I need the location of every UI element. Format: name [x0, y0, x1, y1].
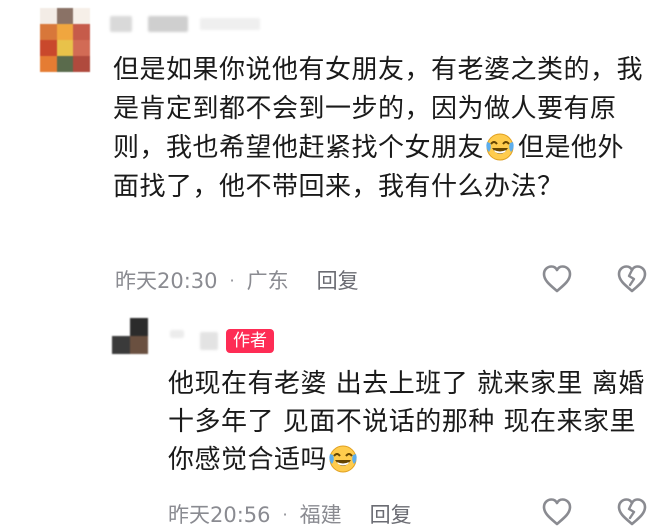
laughing-crying-emoji-icon	[486, 133, 514, 161]
comment-body: 但是如果你说他有女朋友，有老婆之类的，我是肯定到都不会到一步的，因为做人要有原则…	[113, 51, 643, 207]
reply-text: 他现在有老婆 出去上班了 就来家里 离婚十多年了 见面不说话的那种 现在来家里 …	[168, 369, 645, 475]
comment-location: 广东	[246, 269, 289, 293]
reply-avatar[interactable]	[112, 318, 148, 354]
heart-outline-icon[interactable]	[540, 495, 574, 529]
broken-heart-icon[interactable]	[615, 495, 649, 529]
reply-meta: 昨天20:56 · 福建 回复	[168, 500, 412, 528]
reply-location: 福建	[299, 503, 342, 527]
reply-reply-button[interactable]: 回复	[370, 499, 412, 529]
broken-heart-icon[interactable]	[615, 262, 649, 296]
reply-time: 昨天20:56	[168, 503, 271, 527]
meta-separator: ·	[229, 270, 235, 290]
author-badge: 作者	[226, 329, 274, 353]
reply-username[interactable]	[168, 326, 220, 352]
laughing-crying-emoji-icon	[329, 445, 357, 473]
comment-time: 昨天20:30	[115, 269, 218, 293]
heart-outline-icon[interactable]	[540, 262, 574, 296]
comment-meta: 昨天20:30 · 广东 回复	[115, 266, 359, 294]
comment-username[interactable]	[108, 10, 268, 36]
reply-body: 他现在有老婆 出去上班了 就来家里 离婚十多年了 见面不说话的那种 现在来家里 …	[168, 365, 648, 479]
meta-separator: ·	[282, 504, 288, 524]
comment-avatar[interactable]	[40, 8, 90, 72]
comment-reply-button[interactable]: 回复	[317, 265, 359, 295]
